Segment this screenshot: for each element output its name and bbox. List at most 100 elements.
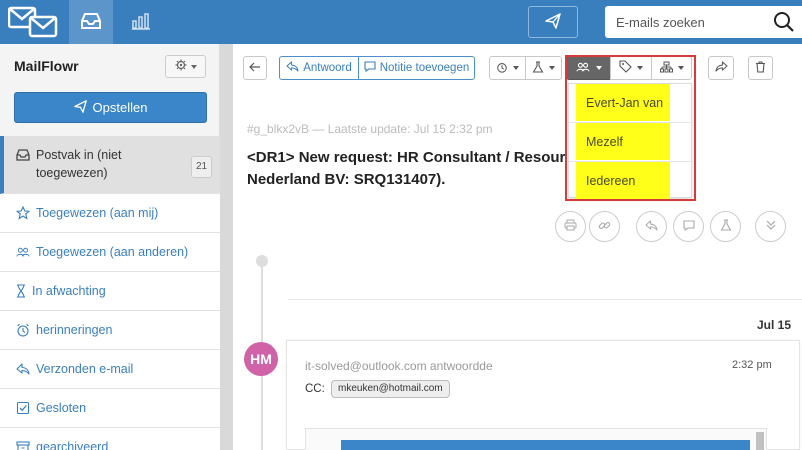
comment-icon <box>364 61 376 75</box>
sidebar-settings-button[interactable] <box>165 55 206 78</box>
sidebar: MailFlowr Opstellen Postvak in (niet toe… <box>0 44 220 450</box>
bar-chart-icon <box>130 12 152 33</box>
folder-label: Postvak in (niet toegewezen) <box>36 148 122 180</box>
folder-archived[interactable]: gearchiveerd <box>0 428 220 450</box>
folder-pending[interactable]: In afwachting <box>0 272 220 311</box>
nav-inbox-button[interactable] <box>69 0 113 44</box>
email-subject-line-1: <DR1> New request: HR Consultant / Resou… <box>247 149 566 166</box>
star-icon <box>16 206 30 220</box>
cc-recipient-chip[interactable]: mkeuken@hotmail.com <box>331 380 450 398</box>
folder-assigned-to-me[interactable]: Toegewezen (aan mij) <box>0 194 220 233</box>
folder-label: Toegewezen (aan mij) <box>36 206 159 220</box>
avatar: HM <box>244 342 278 376</box>
folder-label: gearchiveerd <box>36 440 109 450</box>
flask-icon <box>720 219 732 234</box>
cc-label: CC: <box>305 383 325 395</box>
team-dropdown-button[interactable] <box>651 56 692 80</box>
alarm-icon <box>16 323 30 337</box>
trash-icon <box>755 60 766 76</box>
add-note-label: Notitie toevoegen <box>379 62 470 74</box>
email-subject-line-2: Nederland BV: SRQ131407). <box>247 171 446 188</box>
search-icon[interactable] <box>773 11 795 36</box>
inbox-tray-icon <box>80 12 102 33</box>
link-icon <box>598 219 611 235</box>
reply-icon <box>16 362 30 376</box>
org-chart-icon <box>659 61 673 76</box>
date-divider: Jul 15 <box>757 318 792 332</box>
reply-icon <box>286 61 299 75</box>
folder-list: Postvak in (niet toegewezen) 21 Toegewez… <box>0 136 220 450</box>
users-icon <box>16 245 30 259</box>
chevron-down-icon <box>596 66 602 70</box>
alarm-icon <box>496 61 508 76</box>
chevron-down-icon <box>513 66 519 70</box>
flask-dropdown-button[interactable] <box>525 56 562 80</box>
share-icon <box>714 61 728 75</box>
assign-option-mezelf[interactable]: Mezelf <box>576 123 670 160</box>
reply-button[interactable]: Antwoord <box>279 56 359 80</box>
gear-icon <box>175 59 187 74</box>
paper-plane-icon <box>73 99 87 116</box>
flask-icon <box>532 60 544 76</box>
folder-label: Gesloten <box>36 401 87 415</box>
tag-icon <box>619 60 632 76</box>
comment-icon <box>682 219 695 234</box>
folder-closed[interactable]: Gesloten <box>0 389 220 428</box>
folder-count-badge: 21 <box>191 156 213 178</box>
inbox-icon <box>16 148 30 162</box>
paper-plane-icon <box>545 12 561 32</box>
mailflowr-logo-icon[interactable] <box>7 5 58 39</box>
comment-circle-button[interactable] <box>673 211 704 242</box>
assign-option-evert-jan[interactable]: Evert-Jan van <box>576 84 670 121</box>
assign-option-iedereen[interactable]: Iedereen <box>576 162 670 199</box>
folder-reminders[interactable]: herinneringen <box>0 311 220 350</box>
printer-icon <box>564 219 577 234</box>
message-scrollbar[interactable] <box>756 432 764 450</box>
expand-all-button[interactable] <box>755 211 786 242</box>
folder-inbox-unassigned[interactable]: Postvak in (niet toegewezen) 21 <box>0 136 220 194</box>
sidebar-divider <box>220 44 233 450</box>
folder-sent[interactable]: Verzonden e-mail <box>0 350 220 389</box>
sidebar-title: MailFlowr <box>14 58 79 74</box>
hourglass-icon <box>16 284 26 298</box>
double-chevron-down-icon <box>765 219 777 234</box>
search-input[interactable] <box>605 14 765 30</box>
arrow-left-icon <box>249 62 261 75</box>
email-view: Antwoord Notitie toevoegen #g_blkx2vB — … <box>233 44 802 450</box>
reply-label: Antwoord <box>303 62 352 74</box>
archive-icon <box>16 440 30 450</box>
reply-icon <box>645 219 658 234</box>
nav-stats-button[interactable] <box>119 0 163 44</box>
message-body-banner <box>341 440 750 450</box>
reminder-dropdown-button[interactable] <box>489 56 526 80</box>
folder-label: herinneringen <box>36 323 113 337</box>
compose-label: Opstellen <box>92 100 148 115</box>
top-bar <box>0 0 802 44</box>
divider <box>288 299 802 300</box>
assign-dropdown-button[interactable] <box>566 56 611 80</box>
email-meta: #g_blkx2vB — Laatste update: Jul 15 2:32… <box>247 122 493 136</box>
print-button[interactable] <box>555 211 586 242</box>
delete-button[interactable] <box>748 56 773 80</box>
forward-button[interactable] <box>708 56 734 80</box>
search-box <box>605 6 802 38</box>
chevron-down-icon <box>677 66 684 70</box>
message-sender: it-solved@outlook.com antwoordde <box>305 359 493 373</box>
add-note-button[interactable]: Notitie toevoegen <box>358 56 475 80</box>
check-square-icon <box>16 401 30 415</box>
users-icon <box>575 61 591 76</box>
compose-button[interactable]: Opstellen <box>14 92 207 123</box>
chevron-down-icon <box>190 64 197 69</box>
reply-circle-button[interactable] <box>636 211 667 242</box>
chevron-down-icon <box>549 66 555 70</box>
assign-dropdown-menu: Evert-Jan van Mezelf Iedereen <box>568 83 693 199</box>
folder-label: Toegewezen (aan anderen) <box>36 245 189 259</box>
quick-send-button[interactable] <box>528 6 578 38</box>
folder-assigned-to-others[interactable]: Toegewezen (aan anderen) <box>0 233 220 272</box>
flask-circle-button[interactable] <box>710 211 741 242</box>
tag-dropdown-button[interactable] <box>610 56 652 80</box>
folder-label: In afwachting <box>32 284 106 298</box>
copy-link-button[interactable] <box>589 211 620 242</box>
chevron-down-icon <box>637 66 643 70</box>
back-button[interactable] <box>243 56 267 80</box>
